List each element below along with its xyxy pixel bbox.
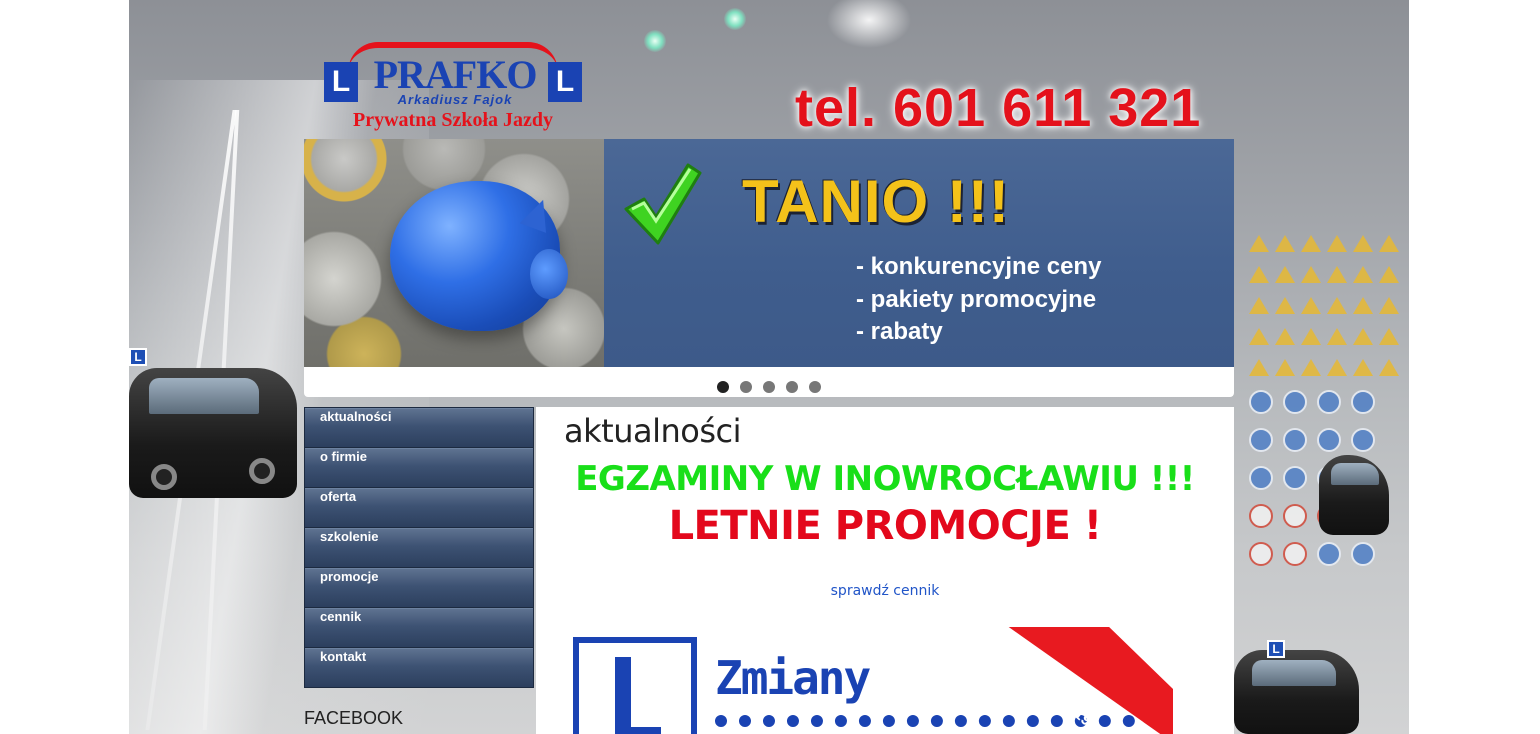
slider-dot-4[interactable] (786, 381, 798, 393)
l-sign-icon: L (129, 348, 147, 366)
l-plate-icon: L (548, 62, 582, 102)
promo-image-text: Zmiany (715, 651, 871, 705)
menu-item-o-firmie[interactable]: o firmie (305, 448, 533, 488)
slide-bullets: - konkurencyjne ceny - pakiety promocyjn… (856, 251, 1101, 349)
menu-item-szkolenie[interactable]: szkolenie (305, 528, 533, 568)
driving-school-car-right-bottom (1234, 650, 1359, 734)
logo-owner: Arkadiusz Fajok (397, 92, 513, 107)
menu-item-promocje[interactable]: promocje (305, 568, 533, 608)
phone-number: tel. 601 611 321 (795, 78, 1202, 138)
slider-dot-5[interactable] (809, 381, 821, 393)
changes-promo-image[interactable]: Zmiany KURS B TYLKO 1199 zł (573, 627, 1173, 734)
slide-headline: TANIO !!! (742, 168, 1010, 235)
slider-pagination (304, 381, 1234, 393)
traffic-light-glow (644, 30, 666, 52)
slide-bullet: - pakiety promocyjne (856, 285, 1097, 313)
menu-item-kontakt[interactable]: kontakt (305, 648, 533, 688)
main-menu: aktualności o firmie oferta szkolenie pr… (304, 407, 534, 688)
logo-tagline: Prywatna Szkoła Jazdy (353, 109, 553, 131)
slide-bullet: - rabaty (856, 318, 943, 345)
l-plate-icon: L (324, 62, 358, 102)
menu-item-aktualnosci[interactable]: aktualności (305, 408, 533, 448)
traffic-light-glow (724, 8, 746, 30)
main-content: aktualności EGZAMINY W INOWROCŁAWIU !!! … (536, 407, 1234, 734)
menu-item-oferta[interactable]: oferta (305, 488, 533, 528)
page-title: aktualności (564, 412, 741, 450)
slide-cheap[interactable]: TANIO !!! - konkurencyjne ceny - pakiety… (304, 139, 1234, 367)
slide-bullet: - konkurencyjne ceny (856, 253, 1102, 280)
menu-item-cennik[interactable]: cennik (305, 608, 533, 648)
checkmark-icon (624, 163, 702, 245)
l-plate-icon (573, 637, 697, 734)
slider-dot-3[interactable] (763, 381, 775, 393)
slider-dot-1[interactable] (717, 381, 729, 393)
promo-slider: TANIO !!! - konkurencyjne ceny - pakiety… (304, 139, 1234, 397)
promo-headline: LETNIE PROMOCJE ! (668, 503, 1102, 549)
l-sign-icon: L (1267, 640, 1285, 658)
driving-school-car-left (129, 368, 297, 498)
driving-school-car-right-top (1319, 455, 1389, 535)
piggy-bank-snout (530, 249, 568, 299)
exam-headline: EGZAMINY W INOWROCŁAWIU !!! (575, 459, 1195, 499)
slider-dot-2[interactable] (740, 381, 752, 393)
check-prices-link[interactable]: sprawdź cennik (536, 583, 1234, 599)
school-logo[interactable]: L L PRAFKO Arkadiusz Fajok Prywatna Szko… (322, 42, 584, 136)
facebook-heading: FACEBOOK (304, 708, 404, 728)
